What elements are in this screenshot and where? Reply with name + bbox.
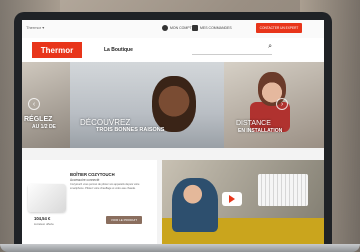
laptop-frame: Thermor ▾ MON COMPTE MES COMMANDES CONTA… <box>14 12 332 244</box>
thermor-logo[interactable]: Thermor <box>32 42 82 58</box>
brand-switcher[interactable]: Thermor ▾ <box>26 25 44 30</box>
account-label: MON COMPTE <box>170 26 195 30</box>
cozytouch-device-image <box>28 184 66 212</box>
video-player[interactable] <box>162 160 324 244</box>
play-icon <box>229 195 235 203</box>
account-link[interactable]: MON COMPTE <box>162 25 194 31</box>
orders-link[interactable]: MES COMMANDES <box>192 25 232 31</box>
product-subtitle: Accessoire connecté <box>70 178 100 182</box>
laptop-base <box>0 244 360 252</box>
orders-label: MES COMMANDES <box>200 26 232 30</box>
play-button[interactable] <box>222 192 242 206</box>
search-icon[interactable]: ⌕ <box>268 43 272 51</box>
search-input[interactable]: ⌕ <box>192 43 272 55</box>
product-price: 104,54 € <box>34 216 51 221</box>
carousel-prev-arrow[interactable]: ‹ <box>28 98 40 110</box>
hero-left-line1: RÉGLEZ <box>24 116 53 123</box>
man-image <box>172 178 218 232</box>
hero-center-line1: DÉCOUVREZ <box>80 118 131 127</box>
hero-right-line2: EN INSTALLATION <box>238 128 283 134</box>
hero-right-line1: DISTANCE <box>236 120 271 127</box>
hero-carousel: RÉGLEZ AU 1/2 DE DÉCOUVREZ TROIS BONNES … <box>22 62 324 148</box>
bag-icon <box>192 25 198 31</box>
account-icon <box>162 25 168 31</box>
product-shipping: Livraison offerte <box>34 222 54 226</box>
product-description: Cozytouch vous permet de piloter vos app… <box>70 183 140 190</box>
radiator-image <box>258 174 308 206</box>
view-product-button[interactable]: VOIR LE PRODUIT <box>106 216 142 224</box>
hero-slide-center <box>70 62 224 148</box>
product-card: BOÎTIER COZYTOUCH Accessoire connecté Co… <box>22 160 157 244</box>
site-header: Thermor La Boutique ⌕ <box>22 38 324 62</box>
woman-portrait <box>152 76 196 132</box>
hero-left-line2: AU 1/2 DE <box>32 124 56 130</box>
hero-center-line2: TROIS BONNES RAISONS <box>96 127 165 133</box>
top-bar: Thermor ▾ MON COMPTE MES COMMANDES CONTA… <box>22 20 324 39</box>
product-title: BOÎTIER COZYTOUCH <box>70 172 115 177</box>
nav-boutique[interactable]: La Boutique <box>104 47 133 53</box>
carousel-next-arrow[interactable]: › <box>276 98 288 110</box>
browser-screen: Thermor ▾ MON COMPTE MES COMMANDES CONTA… <box>22 20 324 244</box>
contact-expert-button[interactable]: CONTACTER UN EXPERT <box>256 23 302 33</box>
